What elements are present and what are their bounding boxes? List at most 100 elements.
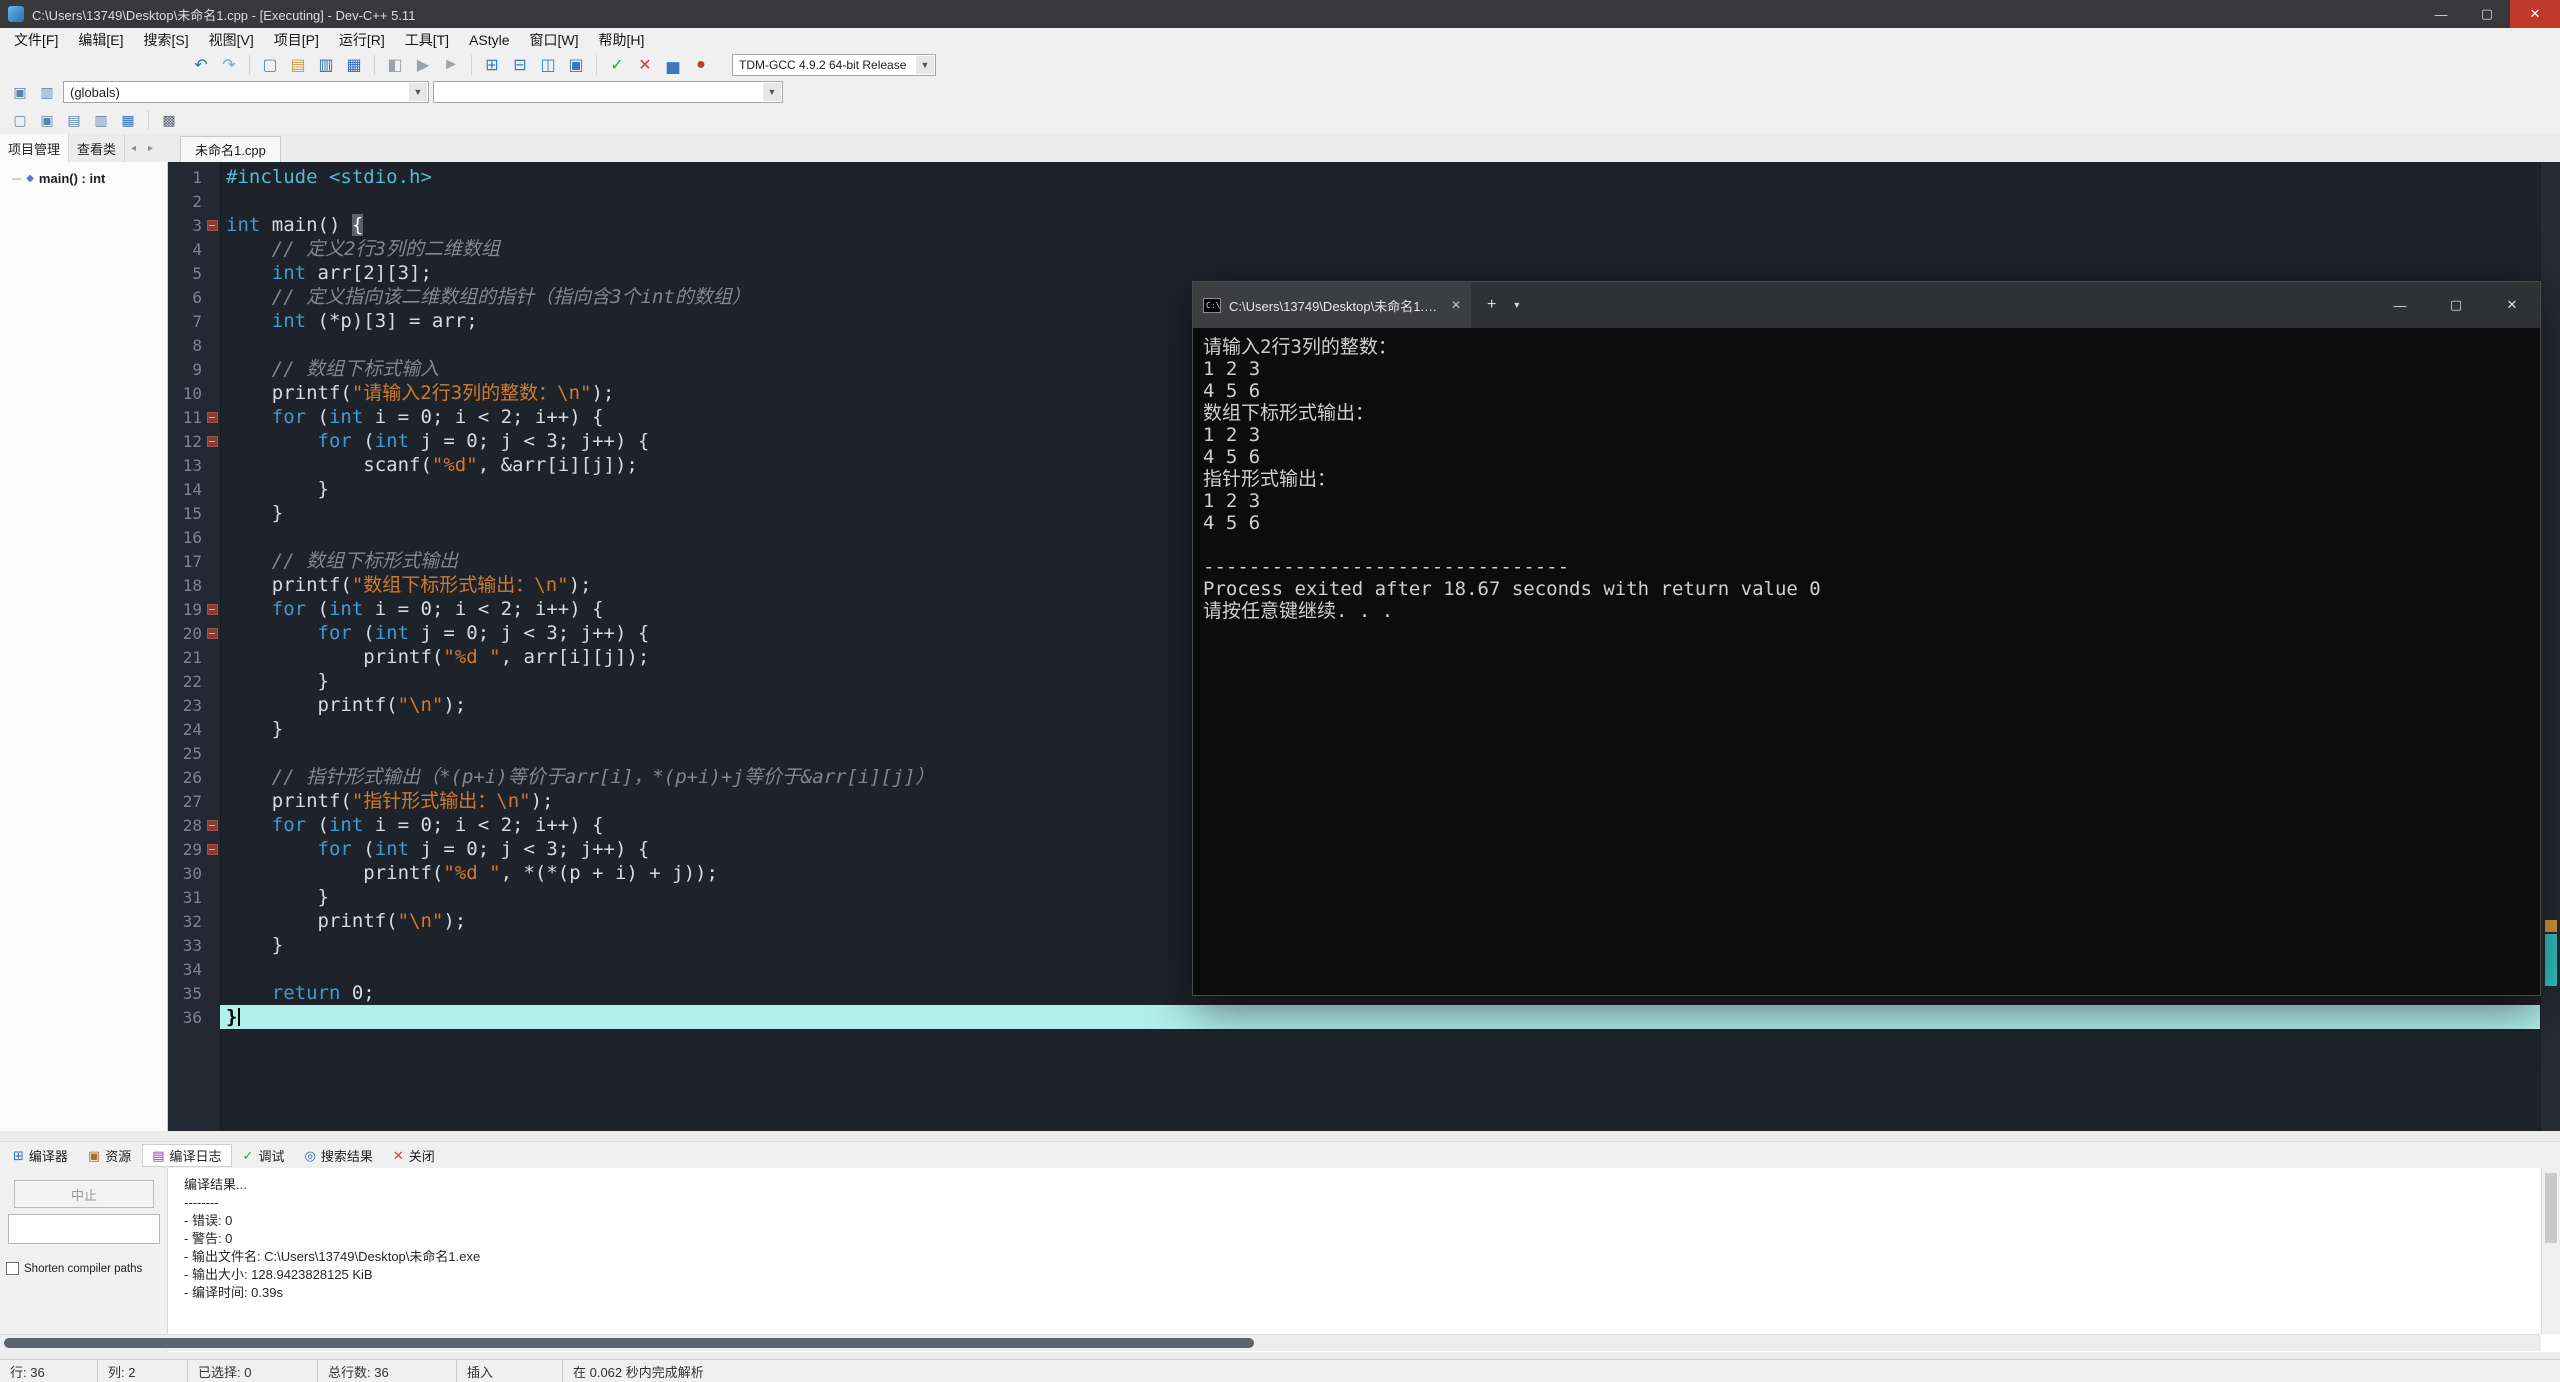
- redo-button[interactable]: ↷: [216, 53, 242, 77]
- log-horizontal-scrollbar[interactable]: [0, 1334, 2541, 1351]
- print-button[interactable]: ▩: [157, 109, 181, 131]
- line-number: 18: [182, 575, 202, 595]
- code-line[interactable]: // 定义2行3列的二维数组: [220, 237, 2541, 261]
- shorten-paths-option[interactable]: Shorten compiler paths: [6, 1262, 142, 1275]
- sidebar-tab-project[interactable]: 项目管理: [0, 134, 70, 162]
- new-tab-button[interactable]: +: [1487, 296, 1496, 314]
- code-line[interactable]: #include <stdio.h>: [220, 165, 2541, 189]
- fold-marker[interactable]: [206, 813, 220, 837]
- console-window[interactable]: C:\ C:\Users\13749\Desktop\未命名1.exe ✕ + …: [1192, 281, 2541, 996]
- bottom-tab-资源[interactable]: ▣ 资源: [79, 1144, 140, 1167]
- tab-dropdown-icon[interactable]: ▾: [1514, 300, 1519, 311]
- fold-marker[interactable]: [206, 621, 220, 645]
- vertical-scrollbar-thumb[interactable]: [2545, 1173, 2557, 1243]
- code-line[interactable]: }: [220, 1005, 2541, 1029]
- bottom-tab-关闭[interactable]: ✕ 关闭: [384, 1144, 444, 1167]
- fold-marker[interactable]: [206, 429, 220, 453]
- compile-button[interactable]: ◧: [382, 53, 408, 77]
- tab-prev-icon[interactable]: ◂: [125, 134, 142, 162]
- maximize-button[interactable]: ▢: [2464, 0, 2510, 28]
- sidebar-tab-classes[interactable]: 查看类: [69, 134, 126, 162]
- line-number: 12: [182, 431, 202, 451]
- class-tree-item-main[interactable]: ─ ◆ main() : int: [0, 162, 167, 186]
- compiler-select[interactable]: TDM-GCC 4.9.2 64-bit Release ▼: [732, 54, 936, 76]
- menu-item[interactable]: 窗口[W]: [520, 28, 589, 52]
- profile-button[interactable]: ▅: [660, 53, 686, 77]
- close-button[interactable]: ✕: [2510, 0, 2560, 28]
- fold-marker[interactable]: [206, 405, 220, 429]
- console-maximize-button[interactable]: ▢: [2428, 282, 2484, 328]
- menu-item[interactable]: 项目[P]: [264, 28, 329, 52]
- scrollbar-thumb[interactable]: [2545, 934, 2557, 986]
- open-button[interactable]: ▤: [285, 53, 311, 77]
- menu-item[interactable]: 文件[F]: [4, 28, 68, 52]
- save-all-button[interactable]: ▦: [341, 53, 367, 77]
- cascade-windows-button[interactable]: ⊞: [479, 53, 505, 77]
- compile-log-line: - 输出文件名: C:\Users\13749\Desktop\未命名1.exe: [184, 1249, 481, 1264]
- abort-button[interactable]: 中止: [14, 1180, 154, 1208]
- minimize-button[interactable]: —: [2418, 0, 2464, 28]
- panel-gap: [0, 1352, 2560, 1359]
- compile-run-button[interactable]: ►: [438, 53, 464, 77]
- fold-marker[interactable]: [206, 213, 220, 237]
- bottom-tab-搜索结果[interactable]: ◎ 搜索结果: [295, 1144, 381, 1167]
- menu-item[interactable]: 工具[T]: [395, 28, 459, 52]
- menu-item[interactable]: 运行[R]: [329, 28, 395, 52]
- goto-declaration-button[interactable]: ▣: [8, 81, 32, 103]
- chevron-down-icon[interactable]: ▼: [763, 83, 781, 101]
- menu-item[interactable]: 编辑[E]: [68, 28, 133, 52]
- console-tab[interactable]: C:\ C:\Users\13749\Desktop\未命名1.exe ✕: [1193, 282, 1471, 328]
- line-number: 27: [182, 791, 202, 811]
- chevron-down-icon[interactable]: ▼: [916, 56, 934, 74]
- bottom-tab-编译日志[interactable]: ▤ 编译日志: [142, 1144, 232, 1167]
- line-number: 3: [192, 215, 202, 235]
- fullscreen-button[interactable]: ▣: [563, 53, 589, 77]
- members-select[interactable]: ▼: [433, 81, 783, 103]
- code-line[interactable]: int main() {: [220, 213, 2541, 237]
- menu-item[interactable]: 搜索[S]: [133, 28, 198, 52]
- gutter-line: 24: [168, 717, 220, 741]
- splitter[interactable]: [0, 1131, 2560, 1141]
- menu-item[interactable]: 帮助[H]: [589, 28, 655, 52]
- run-button[interactable]: ▶: [410, 53, 436, 77]
- save-button[interactable]: ▥: [313, 53, 339, 77]
- new-file-button[interactable]: ▢: [257, 53, 283, 77]
- console-window-controls: — ▢ ✕: [2372, 282, 2540, 328]
- gutter-line: 15: [168, 501, 220, 525]
- bottom-tab-icon: ▤: [152, 1147, 165, 1163]
- horizontal-scrollbar-thumb[interactable]: [4, 1338, 1254, 1348]
- console-close-button[interactable]: ✕: [2484, 282, 2540, 328]
- log-vertical-scrollbar[interactable]: [2541, 1168, 2560, 1334]
- tile-vertical-button[interactable]: ◫: [535, 53, 561, 77]
- file-tab[interactable]: 未命名1.cpp: [180, 136, 281, 162]
- bottom-tab-编译器[interactable]: ⊞ 编译器: [4, 1144, 77, 1167]
- editor-scrollbar[interactable]: [2540, 162, 2560, 1131]
- fold-marker[interactable]: [206, 837, 220, 861]
- console-minimize-button[interactable]: —: [2372, 282, 2428, 328]
- console-output[interactable]: 请输入2行3列的整数： 1 2 34 5 6 数组下标形式输出： 1 2 34 5 6…: [1193, 328, 2540, 630]
- new-unit-button[interactable]: ▢: [8, 109, 32, 131]
- remove-from-project-button[interactable]: ▤: [62, 109, 86, 131]
- syntax-check-button[interactable]: ✓: [604, 53, 630, 77]
- console-tab-close-icon[interactable]: ✕: [1451, 298, 1461, 312]
- delete-profile-button[interactable]: ●: [688, 53, 714, 77]
- checkbox[interactable]: [6, 1262, 19, 1275]
- stop-execution-button[interactable]: ✕: [632, 53, 658, 77]
- gutter-line: 16: [168, 525, 220, 549]
- compile-log-line: 编译结果...: [184, 1177, 247, 1192]
- undo-button[interactable]: ↶: [188, 53, 214, 77]
- fold-marker[interactable]: [206, 597, 220, 621]
- goto-definition-button[interactable]: ▥: [35, 81, 59, 103]
- toolbar-row3-buttons: ▢ ▣ ▤ ▥ ▦ ▩: [8, 109, 181, 131]
- code-line[interactable]: [220, 189, 2541, 213]
- add-to-project-button[interactable]: ▣: [35, 109, 59, 131]
- bottom-tab-调试[interactable]: ✓ 调试: [234, 1144, 294, 1167]
- tab-next-icon[interactable]: ▸: [142, 134, 159, 162]
- tile-horizontal-button[interactable]: ⊟: [507, 53, 533, 77]
- globals-select[interactable]: (globals) ▼: [63, 81, 429, 103]
- chevron-down-icon[interactable]: ▼: [409, 83, 427, 101]
- save-unit-button[interactable]: ▦: [116, 109, 140, 131]
- menu-item[interactable]: AStyle: [459, 28, 519, 52]
- menu-item[interactable]: 视图[V]: [199, 28, 264, 52]
- project-options-button[interactable]: ▥: [89, 109, 113, 131]
